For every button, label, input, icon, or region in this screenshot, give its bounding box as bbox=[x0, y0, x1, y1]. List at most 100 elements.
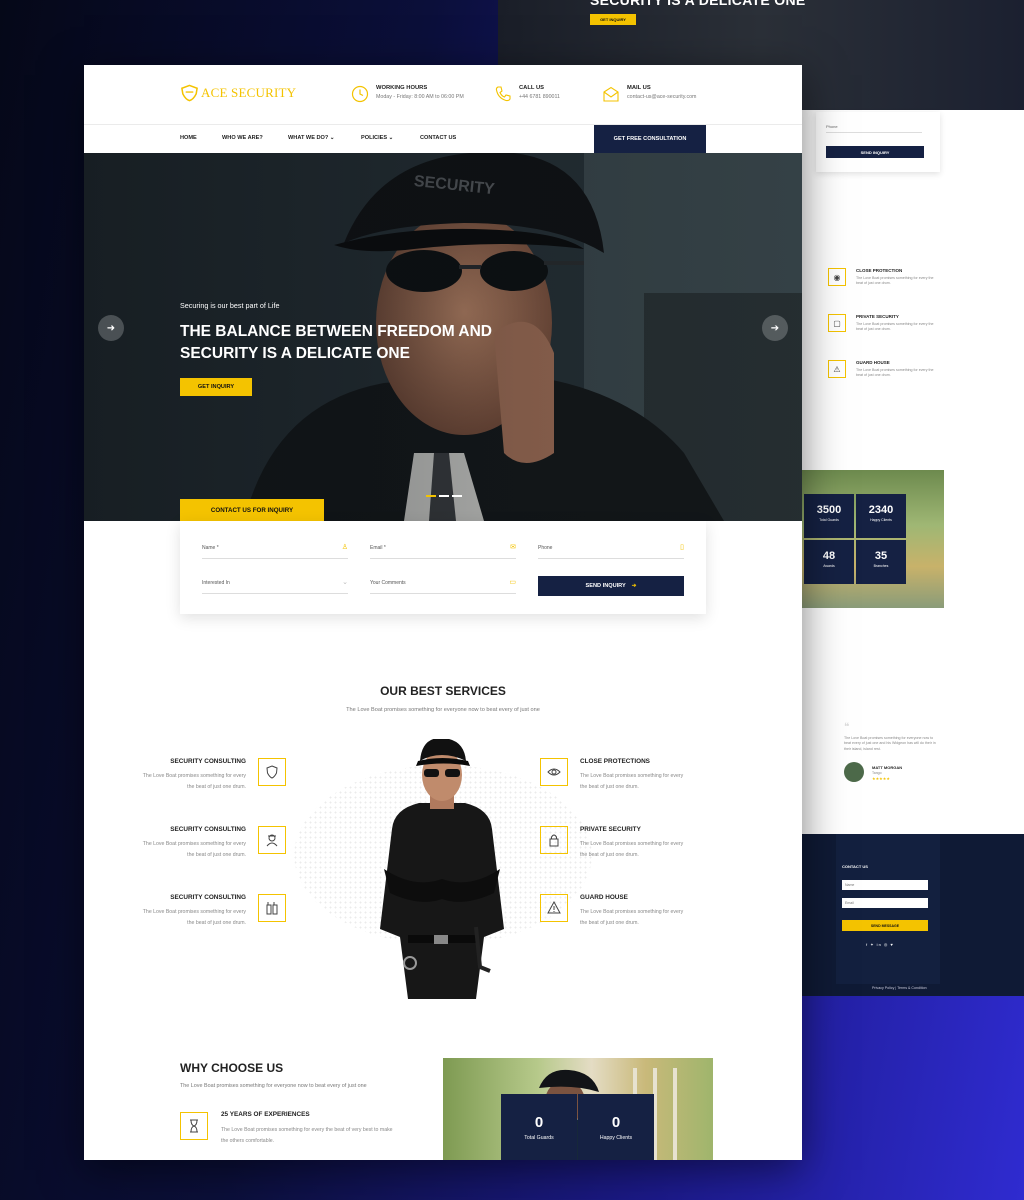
nav-item-contact-us[interactable]: CONTACT US bbox=[420, 135, 480, 141]
clock-icon bbox=[351, 85, 369, 103]
preview-stat: 2340 Happy Clients bbox=[856, 494, 906, 538]
hero-slider: SECURITY Securing is our best part of Li… bbox=[84, 153, 802, 521]
slider-dot[interactable] bbox=[439, 495, 449, 497]
prev-slide-button[interactable]: ➜ bbox=[98, 315, 124, 341]
logo[interactable]: ACE SECURITY bbox=[180, 84, 296, 102]
phone-icon bbox=[495, 86, 511, 102]
hero-subtitle: Securing is our best part of Life bbox=[180, 301, 280, 310]
experience-title: 25 YEARS OF EXPERIENCES bbox=[221, 1111, 310, 1118]
preview-stat-value: 48 bbox=[822, 550, 836, 562]
mail-us-title: MAIL US bbox=[627, 85, 651, 91]
hero-title-line-1: THE BALANCE BETWEEN FREEDOM AND bbox=[180, 323, 493, 340]
guard-icon bbox=[258, 826, 286, 854]
hero-title: THE BALANCE BETWEEN FREEDOM AND SECURITY… bbox=[180, 321, 520, 365]
counter-label: Happy Clients bbox=[599, 1135, 633, 1141]
preview-stats-photo: 3500 Total Guards 2340 Happy Clients 48 … bbox=[802, 470, 944, 608]
preview-footer-name-field: Name bbox=[842, 880, 928, 890]
preview-stat-value: 35 bbox=[874, 550, 888, 562]
preview-service-desc: The Love Boat promises something for eve… bbox=[856, 322, 934, 332]
preview-inquiry-form: Phone SEND INQUIRY bbox=[816, 112, 940, 172]
preview-footer-email-field: Email bbox=[842, 898, 928, 908]
main-page: ACE SECURITY WORKING HOURS Moday - Frida… bbox=[84, 65, 802, 1160]
interested-in-select[interactable]: Interested In ⌄ bbox=[202, 579, 348, 594]
email-field-placeholder: Email * bbox=[370, 545, 386, 551]
warning-icon bbox=[540, 894, 568, 922]
service-desc: The Love Boat promises something for eve… bbox=[142, 909, 246, 926]
service-desc: The Love Boat promises something for eve… bbox=[142, 773, 246, 790]
preview-stat: 48 Awards bbox=[804, 540, 854, 584]
preview-testimonial-role: Tango bbox=[872, 771, 882, 776]
working-hours-title: WORKING HOURS bbox=[376, 85, 428, 91]
service-title: CLOSE PROTECTIONS bbox=[580, 758, 650, 765]
preview-footer-links: Privacy Policy | Terms & Condition bbox=[872, 986, 927, 990]
arrow-right-icon: ➔ bbox=[770, 322, 780, 334]
mail-us-value[interactable]: contact-us@ace-security.com bbox=[627, 94, 696, 100]
get-inquiry-button[interactable]: GET INQUIRY bbox=[180, 378, 252, 396]
next-slide-button[interactable]: ➔ bbox=[762, 315, 788, 341]
name-field[interactable]: Name * ♙ bbox=[202, 544, 348, 559]
quote-icon: ❝ bbox=[844, 722, 850, 733]
social-icons: f ✦ in ◎ ♥ bbox=[866, 942, 894, 947]
call-us-info: CALL US +44 6781 890011 bbox=[494, 85, 560, 103]
interested-in-placeholder: Interested In bbox=[202, 580, 230, 586]
service-title: SECURITY CONSULTING bbox=[170, 758, 246, 765]
why-choose-photo: 0 Total Guards 0 Happy Clients bbox=[443, 1058, 713, 1160]
slider-dots bbox=[426, 495, 462, 497]
nav-item-who-we-are[interactable]: WHO WE ARE? bbox=[222, 135, 288, 141]
preview-footer-contact-box: CONTACT US Name Email SEND MESSAGE f ✦ i… bbox=[836, 834, 940, 984]
service-title: GUARD HOUSE bbox=[580, 894, 628, 901]
email-field[interactable]: Email * ✉ bbox=[370, 544, 516, 559]
preview-hero-button: GET INQUIRY bbox=[590, 14, 636, 25]
eye-icon bbox=[540, 758, 568, 786]
hero-title-line-2: SECURITY IS A DELICATE ONE bbox=[180, 345, 410, 362]
service-title: SECURITY CONSULTING bbox=[170, 826, 246, 833]
preview-phone-field: Phone bbox=[826, 124, 922, 133]
call-us-title: CALL US bbox=[519, 85, 545, 91]
comments-field[interactable]: Your Comments ▭ bbox=[370, 579, 516, 594]
security-guard-image bbox=[380, 739, 504, 999]
lock-icon bbox=[540, 826, 568, 854]
nav-item-policies[interactable]: POLICIES ⌄ bbox=[361, 135, 420, 141]
contact-for-inquiry-tab[interactable]: CONTACT US FOR INQUIRY bbox=[180, 499, 324, 521]
why-choose-title: WHY CHOOSE US bbox=[180, 1061, 284, 1075]
walkie-talkie-icon bbox=[258, 894, 286, 922]
slider-dot[interactable] bbox=[426, 495, 436, 497]
slider-dot[interactable] bbox=[452, 495, 462, 497]
experience-desc: The Love Boat promises something for eve… bbox=[221, 1127, 393, 1144]
comment-icon: ▭ bbox=[509, 579, 516, 586]
call-us-value[interactable]: +44 6781 890011 bbox=[519, 94, 560, 100]
working-hours-info: WORKING HOURS Moday - Friday: 8:00 AM to… bbox=[351, 85, 464, 103]
phone-field[interactable]: Phone ▯ bbox=[538, 544, 684, 559]
service-desc: The Love Boat promises something for eve… bbox=[580, 909, 684, 926]
counter-value: 0 bbox=[534, 1114, 544, 1131]
service-title: PRIVATE SECURITY bbox=[580, 826, 641, 833]
preview-service-title: GUARD HOUSE bbox=[856, 360, 890, 365]
preview-send-button: SEND INQUIRY bbox=[826, 146, 924, 158]
preview-testimonial-text: The Love Boat promises something for eve… bbox=[844, 736, 936, 751]
comments-field-placeholder: Your Comments bbox=[370, 580, 406, 586]
service-desc: The Love Boat promises something for eve… bbox=[580, 841, 684, 858]
counter-total-guards: 0 Total Guards bbox=[501, 1094, 577, 1160]
preview-service-desc: The Love Boat promises something for eve… bbox=[856, 276, 934, 286]
arrow-left-icon: ➜ bbox=[106, 322, 116, 334]
rating-stars: ★★★★★ bbox=[872, 776, 890, 782]
counter-label: Total Guards bbox=[524, 1135, 554, 1141]
name-field-placeholder: Name * bbox=[202, 545, 219, 551]
nav-item-home[interactable]: HOME bbox=[180, 135, 222, 141]
nav-item-what-we-do[interactable]: WHAT WE DO? ⌄ bbox=[288, 135, 361, 141]
arrow-right-icon: ➔ bbox=[631, 583, 637, 589]
working-hours-value: Moday - Friday: 8:00 AM to 06:00 PM bbox=[376, 94, 464, 100]
send-inquiry-button[interactable]: SEND INQUIRY ➔ bbox=[538, 576, 684, 596]
why-choose-subtitle: The Love Boat promises something for eve… bbox=[180, 1083, 367, 1089]
counter-value: 0 bbox=[611, 1114, 621, 1131]
preview-stat-label: Awards bbox=[823, 564, 835, 568]
preview-stat-label: Branches bbox=[873, 564, 889, 568]
preview-stat-label: Total Guards bbox=[819, 518, 839, 522]
logo-text: ACE SECURITY bbox=[201, 85, 297, 100]
preview-stat-value: 2340 bbox=[868, 504, 894, 516]
preview-hero-title: SECURITY IS A DELICATE ONE bbox=[590, 0, 806, 8]
mail-icon: ✉ bbox=[510, 544, 516, 551]
get-free-consultation-button[interactable]: GET FREE CONSULTATION bbox=[594, 125, 706, 153]
mail-icon bbox=[603, 86, 619, 102]
chevron-down-icon: ⌄ bbox=[342, 579, 348, 586]
